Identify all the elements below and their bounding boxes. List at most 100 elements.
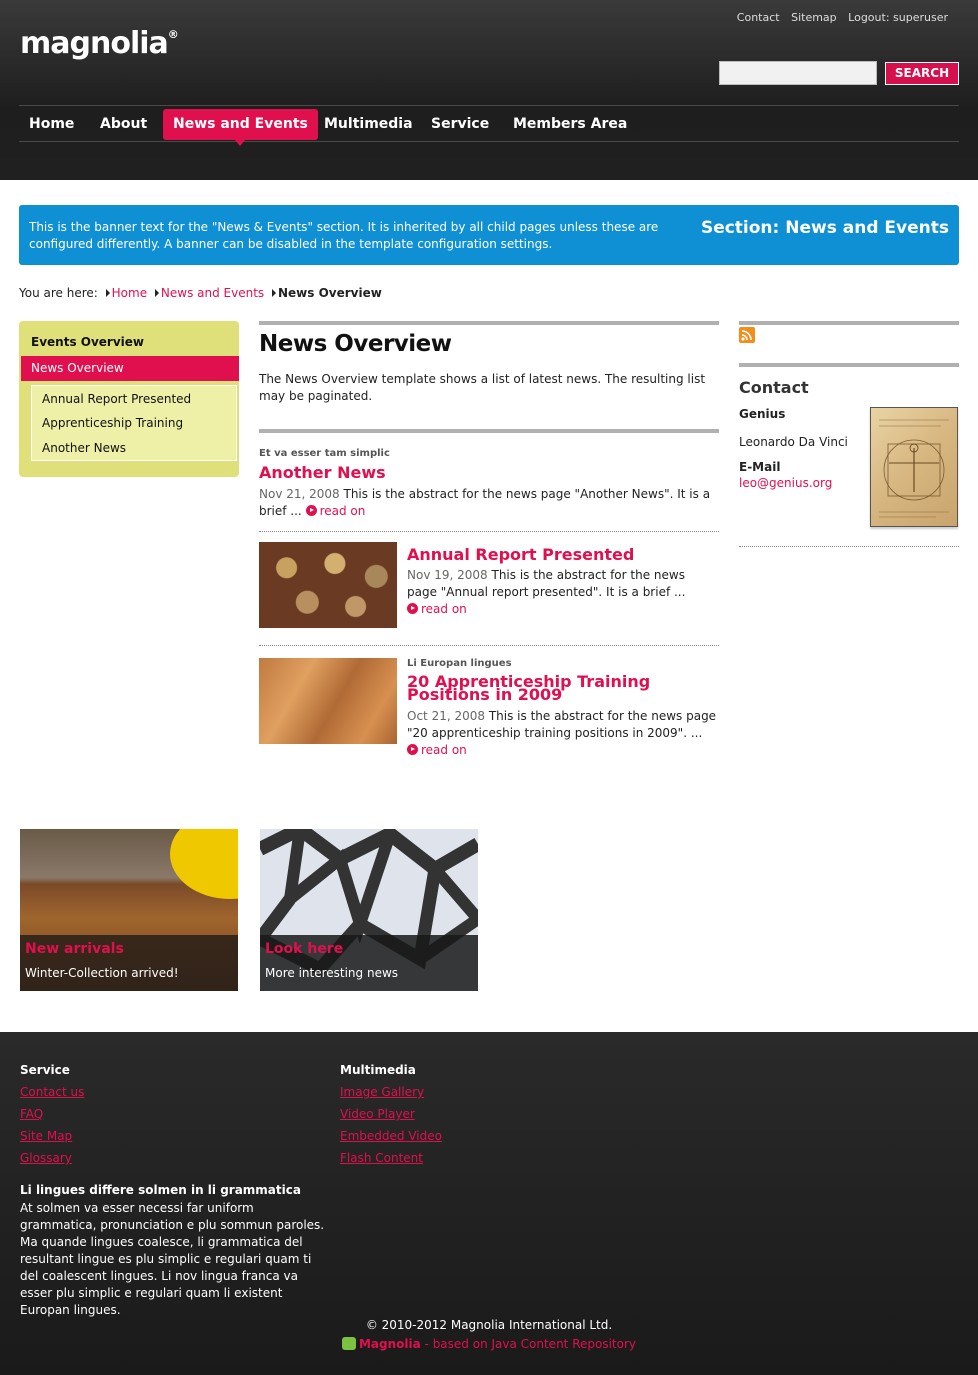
contact-company: Genius [739, 407, 786, 421]
breadcrumb-arrow-icon [105, 289, 110, 297]
logo-text: magnolia [20, 26, 169, 61]
teaser-title: New arrivals [25, 941, 124, 957]
topnav-sitemap-link[interactable]: Sitemap [791, 11, 837, 24]
teaser-yellow-shape [170, 829, 238, 899]
teaser-text: Winter-Collection arrived! [25, 966, 179, 980]
news-abstract: Oct 21, 2008 This is the abstract for th… [407, 708, 717, 759]
subnav-events-overview[interactable]: Events Overview [31, 335, 144, 349]
news-thumbnail-image[interactable] [259, 658, 397, 744]
search-input[interactable] [719, 61, 877, 85]
right-sidebar: Contact Genius Leonardo Da Vinci E-Mail … [739, 321, 959, 547]
news-item: Li Europan lingues 20 Apprenticeship Tra… [407, 658, 717, 759]
nav-home[interactable]: Home [19, 109, 84, 140]
title-rule [259, 321, 719, 325]
breadcrumb-label: You are here: [19, 286, 98, 300]
list-rule [259, 429, 719, 433]
breadcrumb-news-and-events[interactable]: News and Events [161, 286, 264, 300]
topnav-logout-link[interactable]: Logout: superuser [848, 11, 948, 24]
main-navigation: Home About News and Events Multimedia Se… [19, 105, 959, 146]
news-thumbnail-image[interactable] [259, 542, 397, 628]
site-footer: Service Contact us FAQ Site Map Glossary… [0, 1032, 978, 1375]
breadcrumb-home[interactable]: Home [112, 286, 147, 300]
read-on-link[interactable]: read on [407, 602, 467, 616]
teaser-text: More interesting news [265, 966, 399, 980]
subnav-children: Annual Report Presented Apprenticeship T… [31, 385, 237, 461]
news-divider [259, 531, 719, 532]
nav-about[interactable]: About [90, 109, 157, 140]
footer-paragraph-title: Li lingues differe solmen in li grammati… [20, 1183, 301, 1197]
news-title[interactable]: Another News [259, 465, 719, 481]
news-title[interactable]: 20 Apprenticeship Training Positions in … [407, 674, 717, 703]
read-on-arrow-icon [407, 744, 418, 755]
teaser-look-here[interactable]: Look here More interesting news [260, 829, 478, 991]
subnav-annual-report[interactable]: Annual Report Presented [42, 392, 191, 406]
rss-feed-icon[interactable] [739, 327, 755, 343]
read-on-label: read on [421, 602, 467, 616]
news-date: Nov 21, 2008 [259, 487, 340, 501]
nav-multimedia[interactable]: Multimedia [314, 109, 423, 140]
nav-members-area[interactable]: Members Area [503, 109, 637, 140]
powered-brand-link[interactable]: Magnolia [359, 1337, 421, 1351]
section-banner: This is the banner text for the "News & … [19, 205, 959, 265]
read-on-arrow-icon [407, 603, 418, 614]
footer-link-sitemap[interactable]: Site Map [20, 1129, 72, 1143]
contact-person: Leonardo Da Vinci [739, 435, 848, 449]
main-content: News Overview The News Overview template… [259, 321, 719, 757]
contact-email-link[interactable]: leo@genius.org [739, 476, 832, 490]
topnav-contact-link[interactable]: Contact [737, 11, 780, 24]
teaser-caption: New arrivals Winter-Collection arrived! [20, 935, 238, 991]
top-navigation: Contact Sitemap Logout: superuser [729, 11, 948, 24]
powered-text: - based on Java Content Repository [420, 1337, 637, 1351]
footer-paragraph: At solmen va esser necessi far uniform g… [20, 1201, 325, 1317]
breadcrumb-arrow-icon [154, 289, 159, 297]
subnav-another-news[interactable]: Another News [42, 441, 126, 455]
news-title[interactable]: Annual Report Presented [407, 547, 717, 563]
sidebar-rule [739, 321, 959, 325]
news-date: Nov 19, 2008 [407, 568, 488, 582]
contact-photo [870, 407, 958, 527]
news-item: Et va esser tam simplic Another News Nov… [259, 448, 719, 520]
news-abstract: Nov 21, 2008 This is the abstract for th… [259, 486, 719, 520]
footer-service-title: Service [20, 1063, 70, 1077]
breadcrumb-arrow-icon [272, 289, 276, 297]
news-abstract: Nov 19, 2008 This is the abstract for th… [407, 567, 717, 618]
read-on-link[interactable]: read on [305, 504, 366, 518]
footer-link-embedded-video[interactable]: Embedded Video [340, 1129, 442, 1143]
section-subnavigation: Events Overview News Overview Annual Rep… [19, 321, 239, 477]
sidebar-rule [739, 363, 959, 367]
teaser-title: Look here [265, 941, 344, 957]
footer-link-contact[interactable]: Contact us [20, 1085, 84, 1099]
magnolia-logo[interactable]: magnolia® [20, 26, 179, 61]
footer-link-image-gallery[interactable]: Image Gallery [340, 1085, 424, 1099]
read-on-arrow-icon [305, 505, 317, 516]
teaser-new-arrivals[interactable]: New arrivals Winter-Collection arrived! [20, 829, 238, 991]
footer-link-flash-content[interactable]: Flash Content [340, 1151, 423, 1165]
news-date: Oct 21, 2008 [407, 709, 485, 723]
footer-link-faq[interactable]: FAQ [20, 1107, 43, 1121]
footer-link-glossary[interactable]: Glossary [20, 1151, 72, 1165]
subnav-apprenticeship[interactable]: Apprenticeship Training [42, 416, 183, 430]
nav-news-and-events[interactable]: News and Events [163, 109, 318, 146]
magnolia-small-logo-icon [341, 1337, 356, 1350]
news-kicker: Li Europan lingues [407, 658, 512, 669]
news-kicker: Et va esser tam simplic [259, 448, 390, 459]
footer-multimedia-title: Multimedia [340, 1063, 416, 1077]
teaser-caption: Look here More interesting news [260, 935, 478, 991]
page-title: News Overview [259, 331, 452, 357]
contact-title: Contact [739, 378, 809, 397]
sidebar-divider [739, 546, 959, 547]
read-on-label: read on [319, 504, 366, 518]
read-on-link[interactable]: read on [407, 743, 467, 757]
banner-text: This is the banner text for the "News & … [29, 220, 659, 251]
contact-email-label: E-Mail [739, 460, 781, 474]
banner-section-title: Section: News and Events [700, 218, 949, 238]
footer-powered-by: Magnolia - based on Java Content Reposit… [0, 1337, 978, 1351]
news-divider [259, 645, 719, 646]
subnav-news-overview[interactable]: News Overview [21, 356, 239, 381]
nav-service[interactable]: Service [421, 109, 499, 140]
news-item: Annual Report Presented Nov 19, 2008 Thi… [407, 542, 717, 618]
read-on-label: read on [421, 743, 467, 757]
search-button[interactable]: SEARCH [885, 62, 959, 85]
footer-link-video-player[interactable]: Video Player [340, 1107, 415, 1121]
breadcrumb: You are here: Home News and Events News … [19, 286, 382, 300]
